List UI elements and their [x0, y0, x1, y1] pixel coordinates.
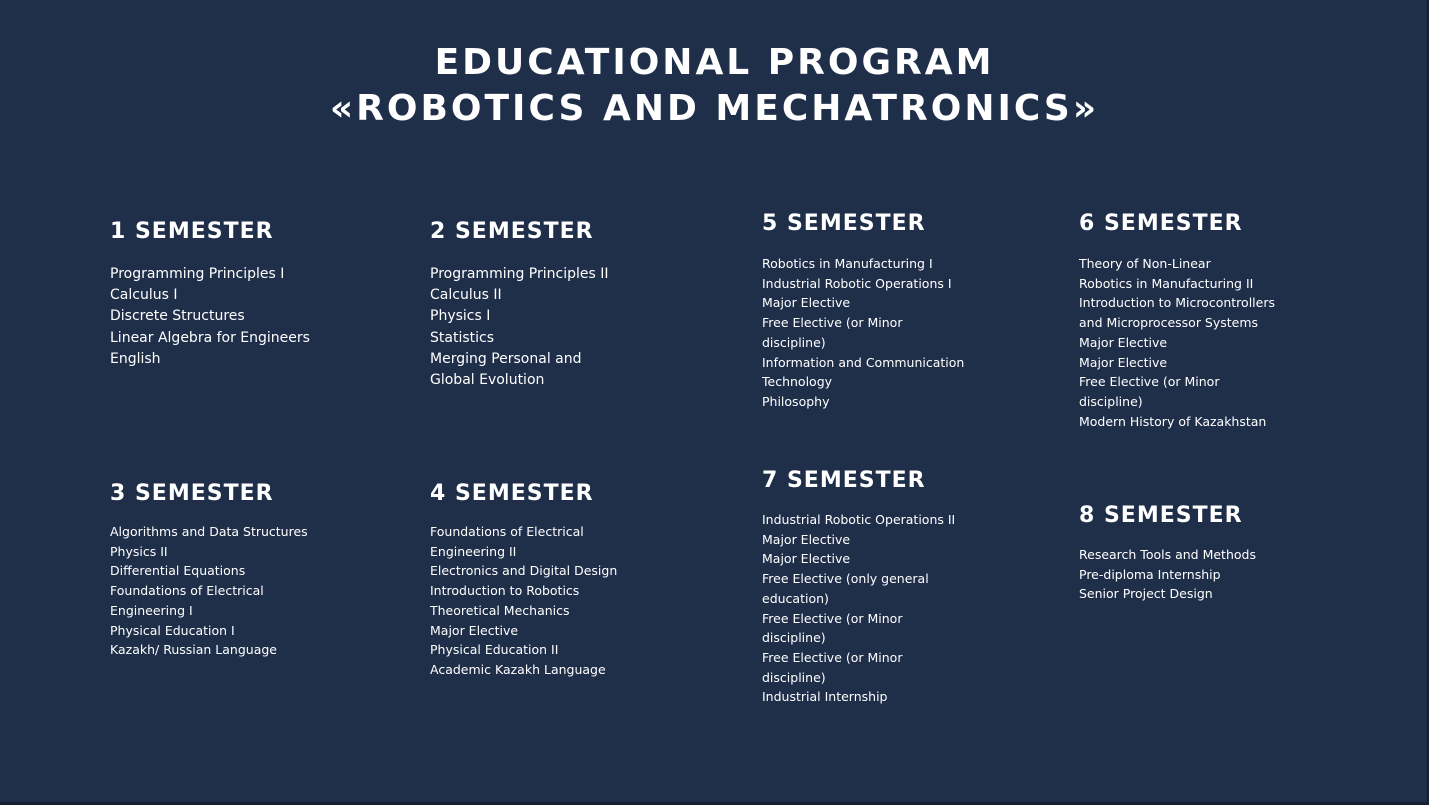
course-item: Research Tools and Methods: [1079, 547, 1256, 562]
course-item: Major Elective: [762, 531, 851, 547]
course-item: Kazakh/ Russian Language: [110, 642, 277, 658]
semester-7-course-list: Industrial Robotic Operations II Major E…: [762, 510, 967, 707]
course-item: Industrial Robotic Operations I: [762, 275, 952, 291]
course-item: Algorithms and Data Structures: [110, 524, 308, 539]
course-item: Foundations of Electrical Engineering II: [430, 524, 584, 559]
course-item: Robotics in Manufacturing I: [762, 256, 933, 271]
semester-1-block: 1 SEMESTER Programming Principles I Calc…: [110, 218, 350, 370]
semester-4-block: 4 SEMESTER Foundations of Electrical Eng…: [430, 480, 630, 680]
course-item: Introduction to Microcontrollers and Mic…: [1079, 295, 1275, 331]
semester-8-course-list: Research Tools and Methods Pre-diploma I…: [1079, 545, 1259, 604]
semester-6-heading: 6 SEMESTER: [1079, 211, 1243, 236]
course-item: Modern History of Kazakhstan: [1079, 413, 1267, 429]
semester-4-heading: 4 SEMESTER: [430, 481, 594, 506]
course-item: Calculus I: [110, 287, 178, 304]
course-item: Major Elective: [430, 622, 519, 638]
course-item: Physics I: [430, 308, 491, 325]
page-title-line-2: «ROBOTICS AND MECHATRONICS»: [329, 88, 1100, 129]
course-item: Merging Personal and: [430, 350, 582, 367]
course-item: Major Elective: [1079, 334, 1168, 350]
course-item: Electronics and Digital Design: [430, 563, 618, 579]
semester-3-course-list: Algorithms and Data Structures Physics I…: [110, 522, 310, 660]
course-item: Senior Project Design: [1079, 586, 1213, 602]
semester-2-course-list: Programming Principles II Calculus II Ph…: [430, 264, 670, 391]
course-item: Theoretical Mechanics: [430, 602, 570, 618]
course-item: Free Elective (or Minor discipline): [762, 610, 903, 646]
semester-8-block: 8 SEMESTER Research Tools and Methods Pr…: [1079, 502, 1259, 604]
course-item: Free Elective (or Minor discipline): [762, 649, 903, 685]
semester-3-block: 3 SEMESTER Algorithms and Data Structure…: [110, 480, 310, 660]
course-item: Physical Education II: [430, 642, 559, 658]
semester-8-heading: 8 SEMESTER: [1079, 503, 1243, 528]
course-item: Major Elective: [762, 551, 851, 567]
course-item: Foundations of Electrical Engineering I: [110, 583, 264, 618]
page-title: EDUCATIONAL PROGRAM «ROBOTICS AND MECHAT…: [0, 40, 1429, 132]
semester-3-heading: 3 SEMESTER: [110, 481, 274, 506]
semester-6-block: 6 SEMESTER Theory of Non-Linear Robotics…: [1079, 210, 1284, 431]
course-item: Calculus II: [430, 287, 502, 304]
course-item: Differential Equations: [110, 563, 246, 579]
semester-1-heading: 1 SEMESTER: [110, 219, 274, 244]
course-item: Major Elective: [762, 295, 851, 311]
semester-5-block: 5 SEMESTER Robotics in Manufacturing I I…: [762, 210, 967, 412]
semester-1-course-list: Programming Principles I Calculus I Disc…: [110, 264, 350, 370]
course-item: Statistics: [430, 329, 494, 346]
course-item: Linear Algebra for Engineers: [110, 329, 310, 346]
course-item: Academic Kazakh Language: [430, 661, 606, 677]
course-item: Programming Principles II: [430, 266, 609, 282]
semester-5-heading: 5 SEMESTER: [762, 211, 926, 236]
semester-7-heading: 7 SEMESTER: [762, 468, 926, 493]
course-item: Physical Education I: [110, 622, 235, 638]
course-item: English: [110, 350, 161, 367]
course-item: Programming Principles I: [110, 266, 285, 282]
semester-7-block: 7 SEMESTER Industrial Robotic Operations…: [762, 467, 967, 707]
course-item: Introduction to Robotics: [430, 583, 580, 599]
course-item: Industrial Robotic Operations II: [762, 512, 956, 527]
course-item: Major Elective: [1079, 354, 1168, 370]
course-item: Free Elective (or Minor discipline): [1079, 374, 1220, 409]
semester-4-course-list: Foundations of Electrical Engineering II…: [430, 522, 630, 680]
course-item: Philosophy: [762, 393, 830, 409]
course-item: Pre-diploma Internship: [1079, 566, 1221, 582]
course-item: Discrete Structures: [110, 308, 245, 325]
page-title-line-1: EDUCATIONAL PROGRAM: [434, 42, 995, 83]
course-item: Global Evolution: [430, 372, 545, 389]
course-item: Free Elective (or Minor discipline): [762, 315, 903, 350]
course-item: Information and Communication Technology: [762, 354, 965, 390]
semester-2-heading: 2 SEMESTER: [430, 219, 594, 244]
semester-6-course-list: Theory of Non-Linear Robotics in Manufac…: [1079, 254, 1284, 431]
semester-5-course-list: Robotics in Manufacturing I Industrial R…: [762, 254, 967, 412]
course-item: Physics II: [110, 543, 168, 559]
course-item: Free Elective (only general education): [762, 571, 929, 606]
course-item: Industrial Internship: [762, 689, 888, 705]
course-item: Robotics in Manufacturing II: [1079, 275, 1254, 291]
semester-2-block: 2 SEMESTER Programming Principles II Cal…: [430, 218, 670, 391]
course-item: Theory of Non-Linear: [1079, 256, 1211, 271]
